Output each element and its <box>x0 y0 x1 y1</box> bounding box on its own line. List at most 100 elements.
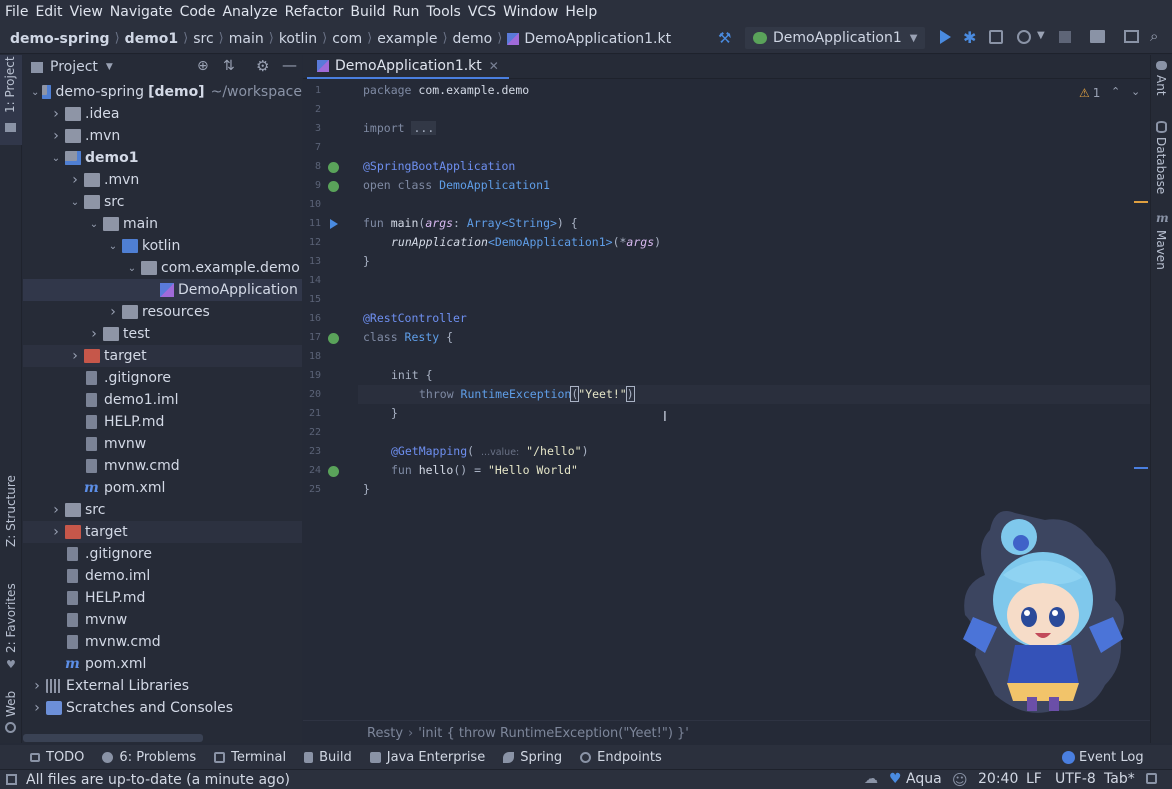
chevron-down-icon[interactable]: ▼ <box>106 62 113 72</box>
breadcrumb-item[interactable]: example <box>377 31 437 47</box>
tree-item[interactable]: › .mvn <box>23 125 302 147</box>
collapse-all-icon[interactable]: ⇅ <box>223 58 235 74</box>
tree-item[interactable]: › External Libraries <box>23 675 302 697</box>
menu-code[interactable]: Code <box>179 4 222 20</box>
menu-file[interactable]: File <box>4 4 34 20</box>
tree-item[interactable]: mvnw.cmd <box>23 455 302 477</box>
chevron-right-icon[interactable]: › <box>50 106 62 122</box>
stop-icon[interactable] <box>1059 31 1071 43</box>
presentation-icon[interactable] <box>1124 30 1139 43</box>
coverage-icon[interactable] <box>989 30 1003 44</box>
chevron-right-icon[interactable]: › <box>31 700 43 716</box>
context-class[interactable]: Resty <box>367 726 403 741</box>
endpoints-tool-button[interactable]: Endpoints <box>580 750 662 765</box>
todo-tool-button[interactable]: TODO <box>30 750 84 765</box>
gear-icon[interactable]: ⚙ <box>256 57 269 75</box>
tree-item[interactable]: mvnw.cmd <box>23 631 302 653</box>
chevron-down-icon[interactable]: ⌄ <box>50 153 62 164</box>
chevron-right-icon[interactable]: › <box>31 678 43 694</box>
maven-tool-tab[interactable]: Maven <box>1154 230 1168 270</box>
menu-vcs[interactable]: VCS <box>467 4 502 20</box>
menu-view[interactable]: View <box>69 4 109 20</box>
chevron-down-icon[interactable]: ▼ <box>1037 30 1045 41</box>
menu-analyze[interactable]: Analyze <box>221 4 283 20</box>
tree-item[interactable]: ⌄ demo1 <box>23 147 302 169</box>
minimize-icon[interactable]: — <box>282 56 297 74</box>
context-member[interactable]: 'init { throw RuntimeException("Yeet!") … <box>418 726 689 741</box>
horizontal-scrollbar[interactable] <box>23 734 203 742</box>
chevron-down-icon[interactable]: ⌄ <box>69 197 81 208</box>
menu-tools[interactable]: Tools <box>425 4 467 20</box>
smiley-icon[interactable]: ☺ <box>952 771 968 789</box>
locate-icon[interactable]: ⊕ <box>197 58 209 74</box>
chevron-right-icon[interactable]: › <box>50 128 62 144</box>
tree-item[interactable]: m pom.xml <box>23 477 302 499</box>
ant-tool-tab[interactable]: Ant <box>1154 75 1168 96</box>
project-tool-tab[interactable]: 1: Project <box>0 55 22 145</box>
tree-item[interactable]: DemoApplication <box>23 279 302 301</box>
tree-item[interactable]: mvnw <box>23 609 302 631</box>
chevron-right-icon[interactable]: › <box>107 304 119 320</box>
tree-item[interactable]: › test <box>23 323 302 345</box>
build-tool-button[interactable]: Build <box>304 750 352 765</box>
breadcrumb-item[interactable]: DemoApplication1.kt <box>524 31 671 47</box>
breadcrumb-item[interactable]: kotlin <box>279 31 317 47</box>
structure-tool-tab[interactable]: Z: Structure <box>4 475 18 547</box>
breadcrumb-item[interactable]: com <box>332 31 362 47</box>
menu-edit[interactable]: Edit <box>34 4 68 20</box>
tree-item[interactable]: mvnw <box>23 433 302 455</box>
tree-item[interactable]: HELP.md <box>23 587 302 609</box>
chevron-right-icon[interactable]: › <box>50 502 62 518</box>
menu-window[interactable]: Window <box>502 4 564 20</box>
breadcrumb-item[interactable]: demo-spring <box>10 31 110 47</box>
tab-demoapplication1[interactable]: DemoApplication1.kt ✕ <box>307 55 509 79</box>
breadcrumb-item[interactable]: src <box>193 31 213 47</box>
breadcrumb-item[interactable]: demo1 <box>125 31 178 47</box>
line-separator[interactable]: LF <box>1026 771 1042 787</box>
notifications-icon[interactable]: ☁ <box>864 771 878 787</box>
file-encoding[interactable]: UTF-8 <box>1055 771 1096 787</box>
caret-stripe[interactable] <box>1134 467 1148 469</box>
debug-icon[interactable]: ✱ <box>963 28 976 47</box>
chevron-right-icon[interactable]: › <box>50 524 62 540</box>
tree-item[interactable]: › .idea <box>23 103 302 125</box>
theme-name[interactable]: Aqua <box>906 771 942 787</box>
tree-item[interactable]: demo1.iml <box>23 389 302 411</box>
menu-refactor[interactable]: Refactor <box>284 4 350 20</box>
event-log-button[interactable]: Event Log <box>1062 750 1144 765</box>
favorites-tool-tab[interactable]: 2: Favorites <box>4 583 18 653</box>
tree-item[interactable]: .gitignore <box>23 367 302 389</box>
menu-run[interactable]: Run <box>392 4 426 20</box>
tree-item[interactable]: m pom.xml <box>23 653 302 675</box>
tree-item[interactable]: › Scratches and Consoles <box>23 697 302 719</box>
project-structure-icon[interactable] <box>1090 30 1105 43</box>
chevron-down-icon[interactable]: ⌄ <box>107 241 119 252</box>
status-message[interactable]: All files are up-to-date (a minute ago) <box>26 772 290 788</box>
tree-item[interactable]: ⌄ kotlin <box>23 235 302 257</box>
tree-item[interactable]: › resources <box>23 301 302 323</box>
menu-help[interactable]: Help <box>564 4 603 20</box>
menu-build[interactable]: Build <box>349 4 391 20</box>
database-tool-tab[interactable]: Database <box>1154 137 1168 194</box>
tree-item[interactable]: › src <box>23 499 302 521</box>
close-icon[interactable]: ✕ <box>489 59 499 73</box>
chevron-down-icon[interactable]: ⌄ <box>31 87 39 98</box>
project-panel-title[interactable]: Project <box>50 59 98 75</box>
tree-item[interactable]: › target <box>23 521 302 543</box>
caret-position[interactable]: 20:40 <box>978 771 1018 787</box>
indent-setting[interactable]: Tab* <box>1104 771 1135 787</box>
profile-icon[interactable] <box>1017 30 1031 44</box>
tree-item[interactable]: › .mvn <box>23 169 302 191</box>
run-icon[interactable] <box>940 30 951 44</box>
web-tool-tab[interactable]: Web <box>4 691 18 717</box>
tree-item[interactable]: › target <box>23 345 302 367</box>
warning-stripe[interactable] <box>1134 201 1148 203</box>
tree-item[interactable]: ⌄ com.example.demo <box>23 257 302 279</box>
chevron-right-icon[interactable]: › <box>69 348 81 364</box>
tree-item[interactable]: ⌄ src <box>23 191 302 213</box>
java-enterprise-tool-button[interactable]: Java Enterprise <box>369 750 485 765</box>
tree-item[interactable]: HELP.md <box>23 411 302 433</box>
breadcrumb-item[interactable]: demo <box>453 31 493 47</box>
terminal-tool-button[interactable]: Terminal <box>214 750 286 765</box>
problems-tool-button[interactable]: 6: Problems <box>102 750 196 765</box>
